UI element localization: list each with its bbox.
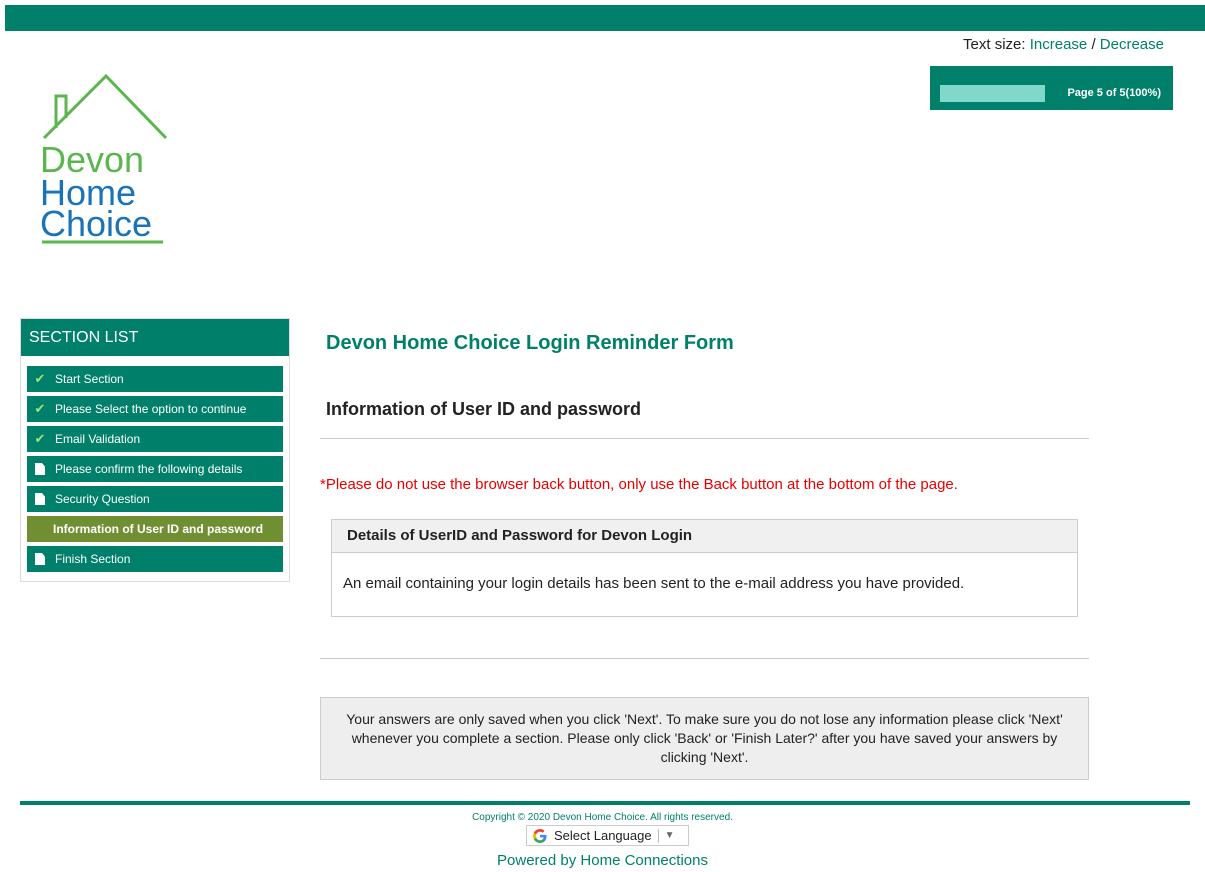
save-notice: Your answers are only saved when you cli… (320, 697, 1089, 780)
logo-roof-shape (42, 73, 168, 140)
text-size-decrease-link[interactable]: Decrease (1100, 36, 1164, 53)
text-size-controls: Text size: Increase / Decrease (963, 36, 1164, 53)
section-title: Information of User ID and password (326, 399, 642, 419)
logo-text-choice: Choice (40, 203, 152, 244)
footer-divider (20, 801, 1190, 805)
sidebar-item-label: Please Select the option to continue (55, 402, 247, 416)
details-panel-title: Details of UserID and Password for Devon… (332, 520, 1077, 553)
google-g-icon (533, 828, 547, 843)
section-list: ✔ Start Section ✔ Please Select the opti… (21, 366, 289, 572)
sidebar-item-finish-section[interactable]: Finish Section (27, 546, 283, 572)
sidebar-item-label: Email Validation (55, 432, 141, 446)
section-list-sidebar: SECTION LIST ✔ Start Section ✔ Please Se… (20, 318, 290, 582)
progress-bar (940, 85, 1045, 102)
chevron-down-icon: ▼ (664, 830, 675, 841)
details-panel: Details of UserID and Password for Devon… (331, 519, 1078, 617)
sidebar-item-label: Please confirm the following details (55, 462, 243, 476)
sidebar-item-select-option[interactable]: ✔ Please Select the option to continue (27, 396, 283, 422)
sidebar-item-label: Security Question (55, 492, 150, 506)
sidebar-item-label: Start Section (55, 372, 124, 386)
logo-chimney-shape (54, 94, 68, 128)
text-size-increase-link[interactable]: Increase (1030, 36, 1088, 53)
check-icon: ✔ (34, 371, 46, 386)
text-size-label: Text size: (963, 36, 1026, 53)
sidebar-item-start-section[interactable]: ✔ Start Section (27, 366, 283, 392)
progress-indicator: Page 5 of 5(100%) (930, 66, 1173, 110)
section-divider-bottom (320, 658, 1089, 659)
details-panel-message: An email containing your login details h… (343, 575, 965, 592)
sidebar-item-security-question[interactable]: Security Question (27, 486, 283, 512)
language-select[interactable]: Select Language ▼ (526, 825, 689, 846)
devon-home-choice-logo[interactable]: Devon Home Choice (36, 70, 176, 250)
progress-bar-fill (940, 85, 1045, 102)
language-select-label: Select Language (554, 828, 652, 843)
copyright-text: Copyright © 2020 Devon Home Choice. All … (472, 812, 733, 823)
check-icon: ✔ (34, 401, 46, 416)
sidebar-item-confirm-details[interactable]: Please confirm the following details (27, 456, 283, 482)
powered-by-link[interactable]: Powered by Home Connections (0, 852, 1205, 869)
check-icon: ✔ (34, 431, 46, 446)
page-title: Devon Home Choice Login Reminder Form (326, 332, 734, 354)
text-size-separator: / (1091, 36, 1096, 53)
sidebar-item-email-validation[interactable]: ✔ Email Validation (27, 426, 283, 452)
progress-label: Page 5 of 5(100%) (1067, 87, 1161, 99)
sidebar-item-label: Information of User ID and password (53, 522, 264, 536)
sidebar-item-user-id-password[interactable]: Information of User ID and password (27, 516, 283, 542)
top-bar (5, 5, 1205, 31)
document-icon (31, 553, 49, 565)
sidebar-item-label: Finish Section (55, 552, 131, 566)
document-icon (31, 463, 49, 475)
main-content: Devon Home Choice Login Reminder Form In… (320, 318, 1089, 780)
section-divider-top (320, 438, 1089, 439)
back-button-warning: *Please do not use the browser back butt… (320, 476, 958, 493)
document-icon (31, 493, 49, 505)
section-list-title: SECTION LIST (21, 319, 289, 356)
language-select-separator (657, 828, 659, 843)
